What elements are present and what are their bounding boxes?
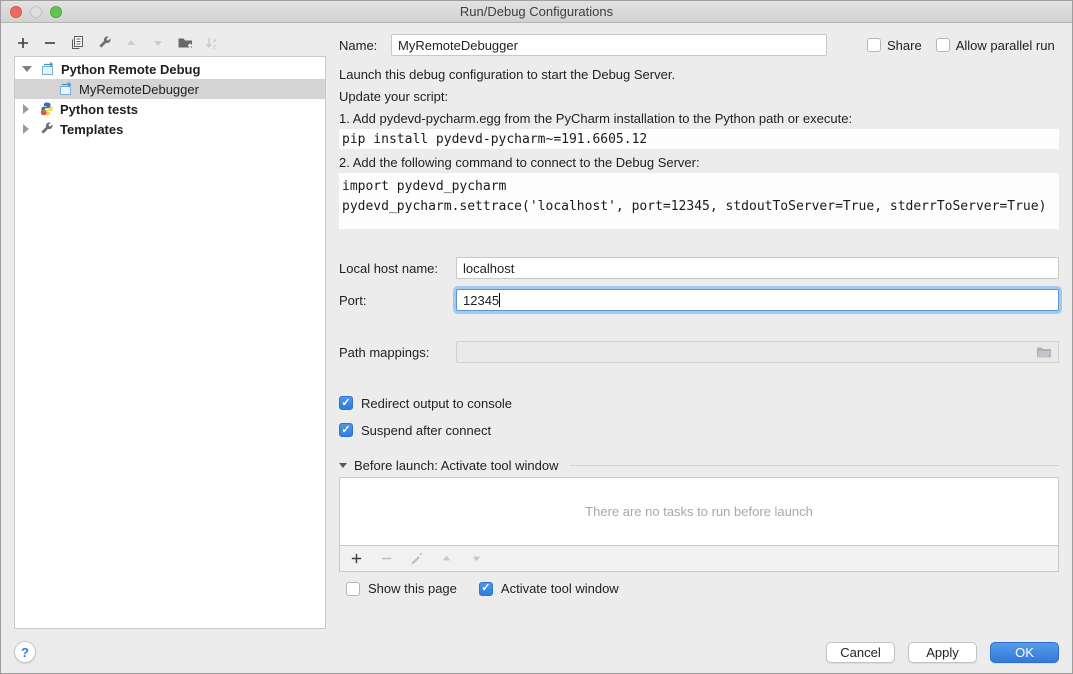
tree-item-label: Templates	[60, 122, 123, 137]
copy-icon[interactable]	[69, 35, 85, 51]
tree-item-label: Python Remote Debug	[61, 62, 200, 77]
action-buttons: Cancel Apply OK	[826, 642, 1059, 663]
add-task-icon[interactable]	[348, 551, 364, 567]
page-options-row: Show this page Activate tool window	[339, 581, 1059, 596]
expand-arrow-icon[interactable]	[23, 124, 29, 134]
local-host-value: localhost	[463, 261, 514, 276]
expand-arrow-icon[interactable]	[23, 104, 29, 114]
python-tests-icon	[39, 101, 55, 117]
move-down-icon	[150, 35, 166, 51]
before-launch-toolbar	[339, 546, 1059, 572]
ok-button[interactable]: OK	[990, 642, 1059, 663]
titlebar: Run/Debug Configurations	[1, 1, 1072, 23]
window-title: Run/Debug Configurations	[1, 4, 1072, 19]
collapse-arrow-icon[interactable]	[22, 66, 32, 72]
local-host-row: Local host name: localhost	[339, 257, 1059, 279]
tree-item-label: Python tests	[60, 102, 138, 117]
remote-debug-config-icon	[40, 61, 56, 77]
before-launch-header[interactable]: Before launch: Activate tool window	[339, 455, 1059, 475]
section-divider	[570, 465, 1059, 466]
remove-task-icon	[378, 551, 394, 567]
show-this-page-checkbox[interactable]	[346, 582, 360, 596]
activate-tool-window-label: Activate tool window	[501, 581, 619, 596]
tree-item-templates[interactable]: Templates	[15, 119, 325, 139]
move-task-down-icon	[468, 551, 484, 567]
suspend-after-connect-checkbox[interactable]	[339, 423, 353, 437]
settrace-code-block: import pydevd_pycharm pydevd_pycharm.set…	[339, 173, 1059, 229]
name-label: Name:	[339, 38, 391, 53]
dialog-content: az Python Remote Debug MyRemoteDebugger	[1, 23, 1072, 633]
code-line: import pydevd_pycharm	[342, 177, 1056, 197]
configuration-editor: Name: MyRemoteDebugger Share Allow paral…	[338, 23, 1072, 633]
redirect-output-row[interactable]: Redirect output to console	[339, 393, 1059, 413]
port-value: 12345	[463, 293, 499, 308]
configurations-pane: az Python Remote Debug MyRemoteDebugger	[1, 23, 338, 633]
redirect-output-label: Redirect output to console	[361, 396, 512, 411]
allow-parallel-run-checkbox[interactable]	[936, 38, 950, 52]
remote-debug-config-icon	[58, 81, 74, 97]
local-host-input[interactable]: localhost	[456, 257, 1059, 279]
port-input[interactable]: 12345	[456, 289, 1059, 311]
redirect-output-checkbox[interactable]	[339, 396, 353, 410]
edit-task-pencil-icon	[408, 551, 424, 567]
path-mappings-row: Path mappings:	[339, 341, 1059, 363]
help-icon: ?	[21, 645, 29, 660]
name-row: Name: MyRemoteDebugger Share Allow paral…	[339, 34, 1059, 56]
path-mappings-label: Path mappings:	[339, 345, 456, 360]
instruction-step-1: 1. Add pydevd-pycharm.egg from the PyCha…	[339, 107, 1059, 129]
collapse-section-icon[interactable]	[339, 463, 347, 468]
remove-icon[interactable]	[42, 35, 58, 51]
local-host-label: Local host name:	[339, 261, 456, 276]
instruction-step-2: 2. Add the following command to connect …	[339, 151, 1059, 173]
before-launch-task-list[interactable]: There are no tasks to run before launch	[339, 477, 1059, 546]
empty-tasks-message: There are no tasks to run before launch	[585, 504, 813, 519]
suspend-after-connect-label: Suspend after connect	[361, 423, 491, 438]
suspend-after-connect-row[interactable]: Suspend after connect	[339, 420, 1059, 440]
allow-parallel-checkbox-group[interactable]: Allow parallel run	[936, 38, 1055, 53]
browse-folder-icon[interactable]	[1036, 345, 1052, 359]
tree-item-label: MyRemoteDebugger	[79, 82, 199, 97]
new-folder-icon[interactable]	[177, 35, 193, 51]
sort-alphabetically-icon: az	[204, 35, 220, 51]
add-icon[interactable]	[15, 35, 31, 51]
code-line: pydevd_pycharm.settrace('localhost', por…	[342, 197, 1056, 217]
svg-text:z: z	[213, 43, 216, 50]
tree-item-python-tests[interactable]: Python tests	[15, 99, 325, 119]
apply-button[interactable]: Apply	[908, 642, 977, 663]
path-mappings-input[interactable]	[456, 341, 1059, 363]
dialog-footer: ? Cancel Apply OK	[1, 631, 1072, 673]
before-launch-title: Before launch: Activate tool window	[354, 458, 559, 473]
instruction-line-2: Update your script:	[339, 85, 1059, 107]
templates-wrench-icon	[39, 121, 55, 137]
activate-tool-window-checkbox[interactable]	[479, 582, 493, 596]
cancel-button[interactable]: Cancel	[826, 642, 895, 663]
share-checkbox[interactable]	[867, 38, 881, 52]
share-checkbox-group[interactable]: Share	[867, 38, 922, 53]
configurations-tree: Python Remote Debug MyRemoteDebugger Pyt…	[14, 56, 326, 629]
move-task-up-icon	[438, 551, 454, 567]
run-debug-configurations-dialog: Run/Debug Configurations	[0, 0, 1073, 674]
move-up-icon	[123, 35, 139, 51]
help-button[interactable]: ?	[14, 641, 36, 663]
port-label: Port:	[339, 293, 456, 308]
port-row: Port: 12345	[339, 289, 1059, 311]
tree-item-myremotedebugger[interactable]: MyRemoteDebugger	[15, 79, 325, 99]
allow-parallel-run-label: Allow parallel run	[956, 38, 1055, 53]
show-this-page-label: Show this page	[368, 581, 457, 596]
share-label: Share	[887, 38, 922, 53]
configurations-toolbar: az	[14, 29, 326, 56]
name-value: MyRemoteDebugger	[398, 38, 518, 53]
text-cursor	[499, 293, 500, 307]
instruction-line-1: Launch this debug configuration to start…	[339, 63, 1059, 85]
tree-item-python-remote-debug[interactable]: Python Remote Debug	[15, 59, 325, 79]
name-input[interactable]: MyRemoteDebugger	[391, 34, 827, 56]
edit-wrench-icon[interactable]	[96, 35, 112, 51]
pip-install-command: pip install pydevd-pycharm~=191.6605.12	[339, 129, 1059, 149]
